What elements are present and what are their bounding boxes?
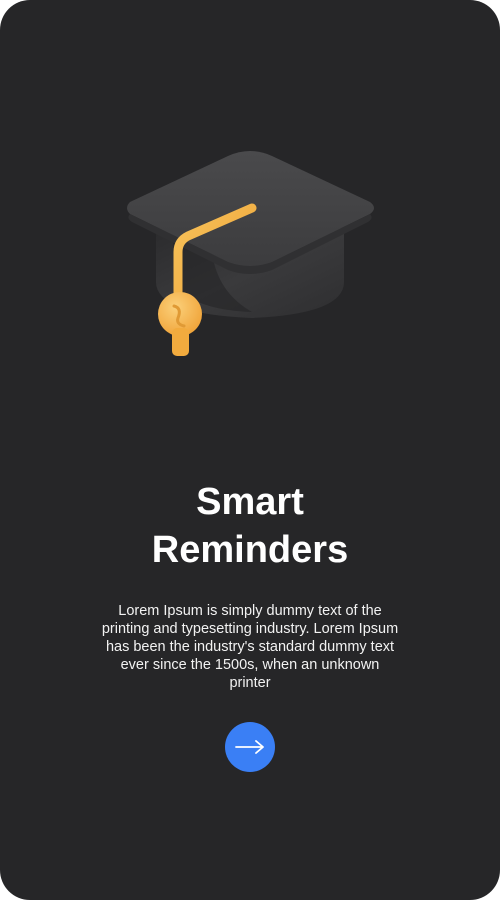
- arrow-right-icon: [235, 740, 264, 754]
- title-line-1: Smart: [196, 481, 304, 523]
- page-title: Smart Reminders: [0, 478, 500, 574]
- description-text: Lorem Ipsum is simply dummy text of the …: [101, 603, 399, 691]
- graduation-cap-icon: [127, 151, 374, 356]
- onboarding-screen: Smart Reminders Lorem Ipsum is simply du…: [0, 0, 500, 900]
- next-button[interactable]: [225, 722, 275, 772]
- title-line-2: Reminders: [151, 529, 349, 571]
